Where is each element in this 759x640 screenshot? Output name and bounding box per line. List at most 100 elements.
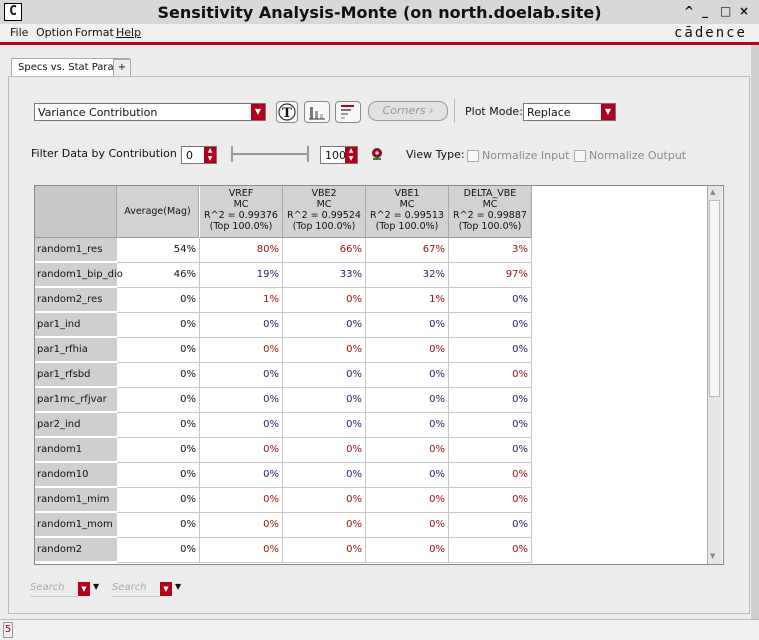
average-cell[interactable]: 0% — [117, 338, 200, 363]
column-header[interactable]: DELTA_VBE MC R^2 = 0.99887 (Top 100.0%) — [449, 186, 532, 238]
average-cell[interactable]: 0% — [117, 313, 200, 338]
table-cell[interactable]: 0% — [449, 313, 532, 338]
close-icon[interactable]: × — [739, 4, 749, 18]
search-options-button-2[interactable]: ▼ — [160, 582, 172, 596]
row-header[interactable]: par2_ind — [35, 413, 117, 437]
table-cell[interactable]: 80% — [200, 238, 283, 263]
table-cell[interactable]: 19% — [200, 263, 283, 288]
window-up-icon[interactable]: ^ — [684, 4, 694, 18]
average-cell[interactable]: 46% — [117, 263, 200, 288]
average-cell[interactable]: 0% — [117, 438, 200, 463]
spinner-arrows-icon[interactable]: ▲ ▼ — [204, 147, 216, 163]
bar-chart-button[interactable] — [304, 101, 330, 123]
table-cell[interactable]: 0% — [283, 488, 366, 513]
table-cell[interactable]: 0% — [366, 438, 449, 463]
maximize-icon[interactable]: □ — [720, 4, 731, 18]
row-header[interactable]: par1_rfsbd — [35, 363, 117, 387]
table-cell[interactable]: 0% — [200, 438, 283, 463]
row-header[interactable]: par1_rfhia — [35, 338, 117, 362]
table-cell[interactable]: 0% — [283, 313, 366, 338]
row-header[interactable]: random2_res — [35, 288, 117, 312]
average-cell[interactable]: 54% — [117, 238, 200, 263]
table-cell[interactable]: 0% — [449, 463, 532, 488]
row-header[interactable]: par1mc_rfjvar — [35, 388, 117, 412]
table-cell[interactable]: 0% — [449, 363, 532, 388]
table-cell[interactable]: 0% — [366, 338, 449, 363]
average-cell[interactable]: 0% — [117, 388, 200, 413]
row-header[interactable]: random1 — [35, 438, 117, 462]
table-cell[interactable]: 0% — [200, 363, 283, 388]
filter-slider[interactable] — [231, 153, 309, 155]
table-cell[interactable]: 1% — [200, 288, 283, 313]
table-cell[interactable]: 33% — [283, 263, 366, 288]
chevron-down-icon[interactable]: ▼ — [93, 582, 99, 591]
table-cell[interactable]: 0% — [200, 538, 283, 563]
row-header[interactable]: random1_res — [35, 238, 117, 262]
table-cell[interactable]: 0% — [283, 363, 366, 388]
apply-filter-icon[interactable] — [370, 147, 384, 161]
average-cell[interactable]: 0% — [117, 513, 200, 538]
row-header[interactable]: random10 — [35, 463, 117, 487]
table-cell[interactable]: 0% — [449, 388, 532, 413]
table-cell[interactable]: 0% — [449, 413, 532, 438]
average-mag-header[interactable]: Average(Mag) — [117, 186, 199, 238]
menu-option[interactable]: Option — [36, 26, 73, 39]
plot-mode-select[interactable]: Replace ▼ — [523, 103, 616, 121]
scroll-up-icon[interactable]: ▲ — [710, 188, 715, 196]
table-cell[interactable]: 0% — [449, 438, 532, 463]
table-cell[interactable]: 0% — [200, 388, 283, 413]
column-header[interactable]: VBE2 MC R^2 = 0.99524 (Top 100.0%) — [283, 186, 366, 238]
menu-file[interactable]: File — [10, 26, 28, 39]
table-cell[interactable]: 0% — [366, 413, 449, 438]
corners-button[interactable]: Corners › — [368, 101, 448, 121]
filter-min-spinner[interactable]: 0 ▲ ▼ — [181, 146, 217, 164]
average-cell[interactable]: 0% — [117, 363, 200, 388]
menu-help[interactable]: Help — [116, 26, 141, 39]
table-cell[interactable]: 0% — [200, 463, 283, 488]
row-header[interactable]: random1_mim — [35, 488, 117, 512]
row-header[interactable]: random1_bip_dio — [35, 263, 123, 287]
table-cell[interactable]: 0% — [449, 288, 532, 313]
table-cell[interactable]: 0% — [283, 388, 366, 413]
chevron-down-icon[interactable]: ▼ — [175, 582, 181, 591]
table-cell[interactable]: 0% — [366, 488, 449, 513]
filter-max-spinner[interactable]: 100 ▲ ▼ — [320, 146, 358, 164]
row-header[interactable]: random1_mom — [35, 513, 117, 537]
average-cell[interactable]: 0% — [117, 288, 200, 313]
minimize-icon[interactable]: _ — [702, 4, 708, 18]
table-cell[interactable]: 0% — [449, 513, 532, 538]
average-cell[interactable]: 0% — [117, 488, 200, 513]
table-cell[interactable]: 0% — [200, 488, 283, 513]
add-tab-button[interactable]: + — [113, 59, 131, 77]
table-cell[interactable]: 0% — [283, 513, 366, 538]
normalize-input-checkbox[interactable] — [467, 150, 479, 162]
table-cell[interactable]: 3% — [449, 238, 532, 263]
table-cell[interactable]: 32% — [366, 263, 449, 288]
search-input-1[interactable]: Search — [30, 582, 78, 597]
scroll-down-icon[interactable]: ▼ — [710, 552, 715, 560]
table-cell[interactable]: 1% — [366, 288, 449, 313]
average-cell[interactable]: 0% — [117, 538, 200, 563]
table-cell[interactable]: 0% — [366, 388, 449, 413]
table-cell[interactable]: 0% — [449, 488, 532, 513]
table-cell[interactable]: 0% — [366, 463, 449, 488]
text-view-button[interactable]: T — [276, 101, 298, 123]
table-cell[interactable]: 0% — [449, 338, 532, 363]
search-options-button[interactable]: ▼ — [78, 582, 90, 596]
table-cell[interactable]: 0% — [283, 413, 366, 438]
list-chart-button[interactable] — [335, 101, 361, 123]
scrollbar-thumb[interactable] — [709, 200, 720, 397]
table-cell[interactable]: 0% — [366, 313, 449, 338]
spinner-arrows-icon[interactable]: ▲ ▼ — [345, 147, 357, 163]
view-select[interactable]: Variance Contribution ▼ — [34, 103, 266, 121]
vertical-scrollbar[interactable]: ▲ ▼ — [707, 186, 722, 564]
column-header[interactable]: VREF MC R^2 = 0.99376 (Top 100.0%) — [200, 186, 283, 238]
table-cell[interactable]: 0% — [200, 513, 283, 538]
average-cell[interactable]: 0% — [117, 463, 200, 488]
table-cell[interactable]: 0% — [366, 538, 449, 563]
table-cell[interactable]: 0% — [200, 338, 283, 363]
average-cell[interactable]: 0% — [117, 413, 200, 438]
table-cell[interactable]: 0% — [283, 288, 366, 313]
table-cell[interactable]: 0% — [366, 363, 449, 388]
table-cell[interactable]: 0% — [283, 438, 366, 463]
